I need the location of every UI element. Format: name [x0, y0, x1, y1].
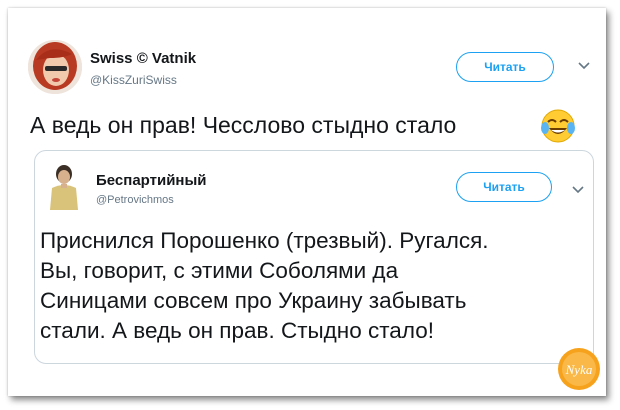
follow-button[interactable]: Читать: [456, 52, 554, 82]
author-name[interactable]: Swiss © Vatnik: [90, 50, 196, 67]
author-avatar[interactable]: [28, 40, 82, 94]
watermark-logo: Nyka: [556, 346, 602, 392]
face-with-tears-of-joy-icon: [540, 108, 576, 144]
quoted-follow-button[interactable]: Читать: [456, 172, 552, 202]
quoted-text-line: Вы, говорит, с этими Соболями да: [40, 258, 399, 283]
quoted-text-line: стали. А ведь он прав. Стыдно стало!: [40, 318, 434, 343]
quoted-author-avatar[interactable]: [44, 164, 84, 210]
avatar-portrait-icon: [28, 40, 82, 94]
avatar-portrait-icon: [44, 164, 84, 210]
chevron-down-icon[interactable]: [572, 182, 584, 198]
quoted-author-handle[interactable]: @Petrovichmos: [96, 194, 174, 206]
chevron-down-icon[interactable]: [578, 58, 590, 74]
svg-text:Nyka: Nyka: [565, 362, 593, 377]
author-handle[interactable]: @KissZuriSwiss: [90, 73, 177, 87]
tweet-text: А ведь он прав! Чесслово стыдно стало: [30, 112, 457, 138]
quoted-author-name[interactable]: Беспартийный: [96, 172, 207, 189]
quoted-text-line: Синицами совсем про Украину забывать: [40, 288, 467, 313]
quoted-text-line: Приснился Порошенко (трезвый). Ругался.: [40, 228, 489, 253]
quoted-tweet-text: Приснился Порошенко (трезвый). Ругался. …: [40, 226, 595, 346]
